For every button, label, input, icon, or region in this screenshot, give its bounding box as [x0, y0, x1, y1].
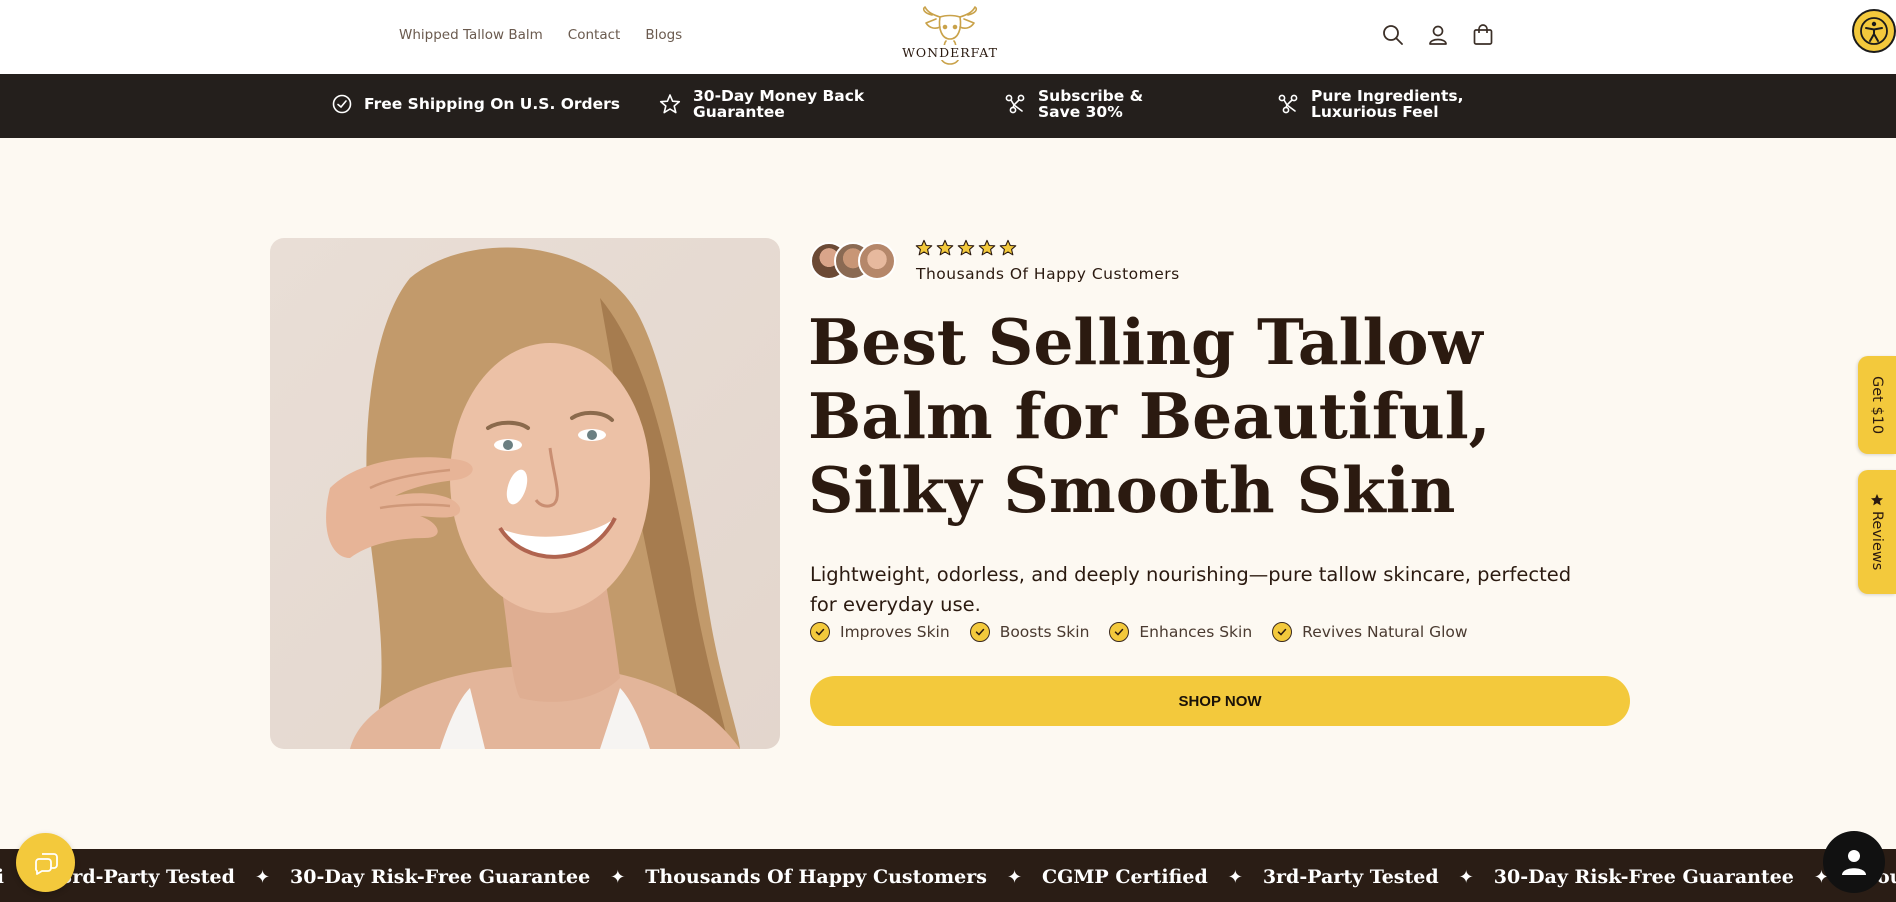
feature-label: Enhances Skin: [1139, 623, 1253, 641]
accessibility-button[interactable]: [1852, 9, 1896, 53]
rating-stars: [915, 239, 1017, 257]
user-icon: [1842, 850, 1866, 875]
profile-button[interactable]: [1823, 831, 1885, 893]
feature-item: Boosts Skin: [969, 622, 1090, 642]
hero-image: [270, 238, 780, 749]
reviews-tab[interactable]: Reviews: [1858, 470, 1896, 594]
sparkle-icon: ✦: [610, 866, 626, 887]
check-icon: [969, 622, 990, 642]
social-proof-text: Thousands Of Happy Customers: [916, 265, 1180, 283]
site-logo[interactable]: WONDERFAT: [901, 5, 999, 69]
ticker-item: 3rd-Party Tested: [59, 866, 235, 888]
benefit-subscribe: Subscribe & Save 30%: [1004, 88, 1204, 120]
account-icon[interactable]: [1427, 24, 1449, 46]
star-icon: [659, 94, 681, 114]
get-10-label: Get $10: [1869, 375, 1885, 435]
feature-item: Improves Skin: [810, 622, 950, 642]
chat-icon: [34, 852, 58, 875]
site-header: Whipped Tallow Balm Contact Blogs WONDER…: [0, 0, 1896, 74]
benefit-text: Subscribe & Save 30%: [1038, 87, 1144, 121]
ticker-item: 30-Day Risk-Free Guarantee: [1493, 866, 1794, 888]
nav-contact[interactable]: Contact: [568, 27, 621, 43]
sparkle-icon: ✦: [1006, 866, 1023, 887]
molecule-icon: [1005, 94, 1025, 114]
search-icon[interactable]: [1382, 24, 1404, 46]
hero-subtitle: Lightweight, odorless, and deeply nouris…: [810, 563, 1572, 616]
get-10-tab[interactable]: Get $10: [1858, 356, 1896, 454]
ticker-item: 3rd-Party Tested: [1262, 866, 1439, 888]
ticker-track: rti ✦ 3rd-Party Tested ✦ 30-Day Risk-Fre…: [0, 866, 1896, 888]
star-icon: [936, 239, 954, 256]
star-icon: [915, 239, 933, 256]
feature-list: Improves Skin Boosts Skin Enhances Skin …: [810, 622, 1468, 642]
feature-label: Improves Skin: [840, 623, 950, 641]
hero-headline: Best Selling Tallow Balm for Beautiful, …: [808, 305, 1491, 527]
benefit-text: 30-Day Money Back Guarantee: [693, 87, 865, 121]
feature-item: Revives Natural Glow: [1272, 622, 1468, 642]
cart-icon[interactable]: [1472, 24, 1494, 46]
benefit-free-shipping: Free Shipping On U.S. Orders: [332, 94, 620, 114]
sparkle-icon: ✦: [254, 866, 271, 887]
ticker-item: rti: [0, 866, 5, 888]
customer-avatars: [810, 242, 896, 280]
star-icon: [999, 239, 1017, 256]
star-icon: [1870, 494, 1884, 506]
main-nav: Whipped Tallow Balm Contact Blogs: [399, 27, 682, 43]
molecule-icon: [1278, 94, 1298, 114]
sparkle-icon: ✦: [1458, 866, 1474, 887]
chat-button[interactable]: [16, 833, 75, 892]
accessibility-icon: [1860, 17, 1888, 45]
benefit-bar: Free Shipping On U.S. Orders 30-Day Mone…: [0, 74, 1896, 138]
nav-whipped-tallow-balm[interactable]: Whipped Tallow Balm: [399, 27, 543, 43]
marquee-ticker: rti ✦ 3rd-Party Tested ✦ 30-Day Risk-Fre…: [0, 849, 1896, 902]
star-icon: [978, 239, 996, 256]
reviews-label: Reviews: [1869, 511, 1885, 571]
logo-wordmark: WONDERFAT: [901, 45, 999, 60]
check-icon: [1109, 622, 1130, 642]
star-icon: [957, 239, 975, 256]
sparkle-icon: ✦: [1227, 866, 1243, 887]
check-circle-icon: [332, 94, 352, 114]
check-icon: [1272, 622, 1293, 642]
feature-item: Enhances Skin: [1109, 622, 1252, 642]
shop-now-button[interactable]: SHOP NOW: [810, 676, 1630, 726]
feature-label: Boosts Skin: [999, 623, 1090, 641]
ticker-item: Thousands Of Happy Customers: [645, 866, 987, 888]
header-actions: [1382, 24, 1494, 46]
benefit-pure-ingredients: Pure Ingredients, Luxurious Feel: [1277, 88, 1547, 120]
check-icon: [810, 622, 830, 642]
feature-label: Revives Natural Glow: [1302, 623, 1468, 641]
avatar: [858, 242, 896, 280]
benefit-money-back: 30-Day Money Back Guarantee: [659, 88, 899, 120]
benefit-text: Pure Ingredients, Luxurious Feel: [1311, 87, 1464, 121]
ticker-item: CGMP Certified: [1042, 866, 1208, 888]
nav-blogs[interactable]: Blogs: [645, 27, 682, 43]
benefit-text: Free Shipping On U.S. Orders: [364, 95, 621, 113]
ticker-item: 30-Day Risk-Free Guarantee: [290, 866, 591, 888]
